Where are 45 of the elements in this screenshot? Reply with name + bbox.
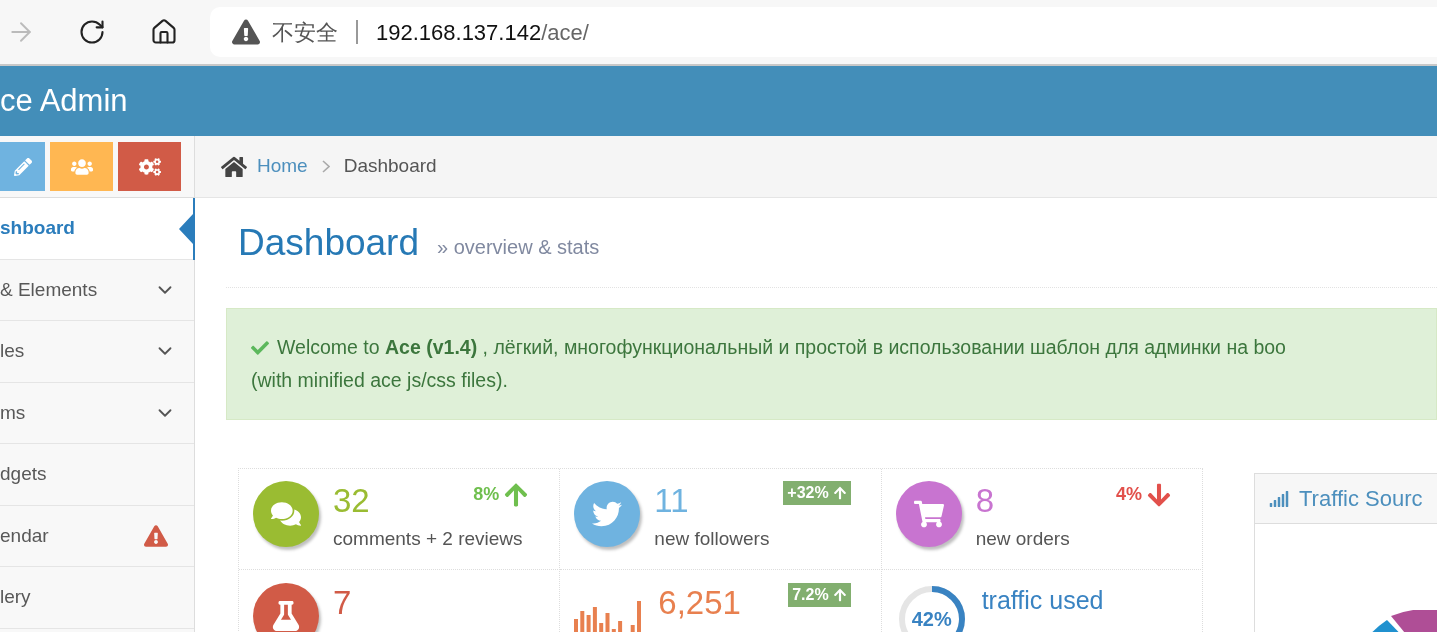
welcome-text: Welcome to Ace (v1.4) , лёгкий, многофункциональный и простой в использовании шаблон для админки на boo — [277, 335, 1286, 360]
up-arrow-icon — [832, 486, 847, 500]
warning-icon — [144, 523, 168, 548]
settings-icon — [138, 155, 161, 178]
active-marker-icon — [177, 198, 195, 260]
info-value: 8 — [975, 481, 994, 521]
ring-percent: 42% — [911, 607, 952, 631]
chevron-right-icon — [321, 160, 330, 173]
nav-item[interactable]: & Elements — [0, 259, 194, 321]
signal-bars-icon — [1269, 488, 1289, 509]
info-value: 7 — [333, 583, 352, 623]
info-label: traffic used — [981, 585, 1104, 616]
address-bar[interactable]: 不安全 192.168.137.142/ace/ — [210, 7, 1437, 57]
trend-badge: +32% — [783, 481, 851, 505]
page-title: Dashboard — [238, 220, 419, 265]
trend-badge: 7.2% — [788, 583, 851, 607]
nav-item[interactable]: shboard — [0, 198, 194, 260]
info-label: comments + 2 reviews — [333, 527, 524, 551]
up-arrow-icon — [832, 588, 847, 602]
breadcrumb-current: Dashboard — [343, 154, 437, 179]
info-value: 11 — [654, 481, 689, 521]
url-text: 192.168.137.142/ace/ — [376, 18, 589, 47]
home-icon[interactable] — [150, 18, 178, 46]
security-label: 不安全 — [272, 18, 338, 47]
nav-item[interactable]: endar — [0, 505, 194, 567]
pencil-shortcut-button[interactable] — [0, 142, 45, 191]
nav-item[interactable]: les — [0, 321, 194, 383]
info-label: new followers — [654, 527, 771, 551]
nav-item[interactable]: dgets — [0, 444, 194, 506]
info-value: 6,251 — [658, 583, 741, 623]
info-value: 32 — [333, 481, 370, 521]
check-icon — [251, 338, 269, 357]
widget-title: Traffic Sourc — [1299, 485, 1423, 513]
welcome-note: (with minified ace js/css files). — [251, 368, 509, 393]
warning-icon — [232, 18, 260, 46]
pencil-icon — [13, 157, 32, 176]
brand-title[interactable]: ce Admin — [0, 77, 128, 125]
settings-shortcut-button[interactable] — [118, 142, 181, 191]
info-label: new orders — [975, 527, 1071, 551]
page-subtitle: » overview & stats — [437, 234, 600, 260]
nav-item[interactable]: ms — [0, 382, 194, 444]
trend-percent: 8% — [473, 483, 500, 506]
trend-percent: 4% — [1116, 483, 1142, 506]
reload-icon[interactable] — [78, 18, 106, 46]
nav-item[interactable]: lery — [0, 567, 194, 629]
